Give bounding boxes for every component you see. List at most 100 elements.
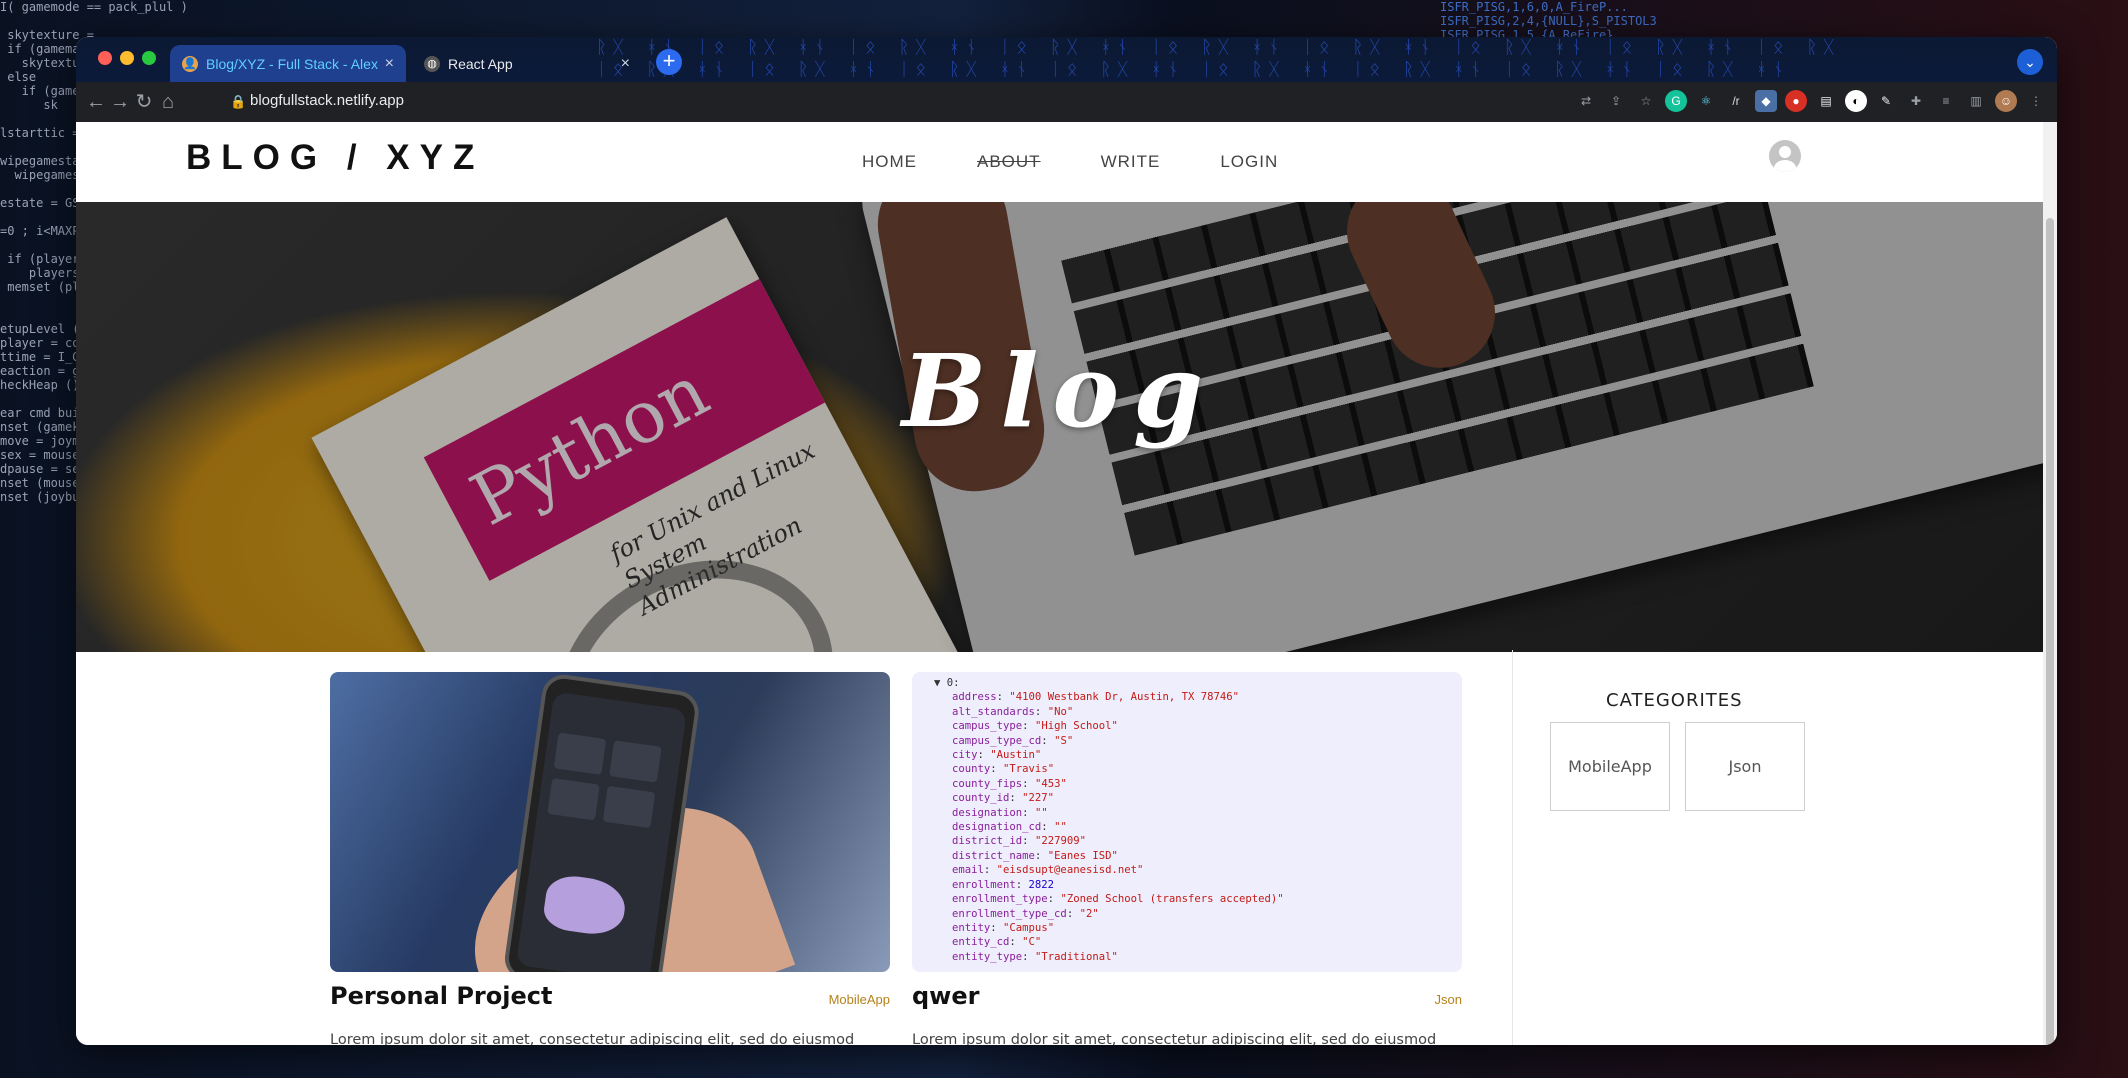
address-bar[interactable]	[222, 88, 1632, 116]
post-date	[912, 1008, 1462, 1018]
tab-react-app[interactable]: ◍ React App ×	[412, 45, 642, 82]
json-value: "S"	[1054, 734, 1074, 747]
grammarly-icon[interactable]: G	[1665, 90, 1687, 112]
tab-close-icon[interactable]: ×	[385, 55, 394, 73]
window-controls	[98, 51, 156, 65]
json-key: email	[952, 864, 984, 877]
circle-extension-icon[interactable]: ◐	[1845, 90, 1867, 112]
json-line: campus_type: "High School"	[952, 720, 1118, 733]
react-devtools-icon[interactable]: ⚛	[1695, 90, 1717, 112]
menu-about[interactable]: ABOUT	[977, 152, 1041, 172]
share-icon[interactable]: ⇪	[1605, 90, 1627, 112]
json-value: "C"	[1022, 936, 1042, 949]
post-card[interactable]: ▼ 0: address: "4100 Westbank Dr, Austin, …	[912, 672, 1462, 1045]
hero-banner: Python for Unix and Linux System Administ…	[76, 202, 2043, 652]
json-key: district_id	[952, 835, 1023, 848]
back-arrow-icon[interactable]: ←	[84, 90, 108, 114]
json-key: enrollment_type	[952, 893, 1048, 906]
post-image[interactable]	[330, 672, 890, 972]
extensions-area: ⇄ ⇪ ☆ G ⚛ /r ◆ ● ▤ ◐ ✎ ✚ ≡ ▥ ☺ ⋮	[1575, 90, 2047, 112]
json-value: "453"	[1034, 777, 1067, 790]
json-key: ▼ 0:	[934, 677, 960, 689]
post-description: Lorem ipsum dolor sit amet, consectetur …	[912, 1032, 1437, 1045]
top-menu: HOME ABOUT WRITE LOGIN	[862, 152, 1338, 172]
json-line: alt_standards: "No"	[952, 705, 1074, 718]
url-text[interactable]: blogfullstack.netlify.app	[250, 92, 404, 109]
adblock-icon[interactable]: ●	[1785, 90, 1807, 112]
post-title[interactable]: qwer	[912, 982, 979, 1010]
browser-toolbar: ← → ↻ ⌂ 🔒 blogfullstack.netlify.app ⇄ ⇪ …	[76, 82, 2057, 122]
post-image-json[interactable]: ▼ 0: address: "4100 Westbank Dr, Austin, …	[912, 672, 1462, 972]
json-value: 2822	[1028, 878, 1055, 891]
web-page: BLOG / XYZ HOME ABOUT WRITE LOGIN Python…	[76, 122, 2043, 1045]
maximize-window-button[interactable]	[142, 51, 156, 65]
tab-title: React App	[448, 55, 513, 72]
json-value: "Traditional"	[1034, 950, 1118, 963]
json-line: enrollment_type_cd: "2"	[952, 907, 1099, 920]
site-logo[interactable]: BLOG / XYZ	[186, 138, 484, 178]
forward-arrow-icon[interactable]: →	[108, 90, 132, 114]
json-key: designation	[952, 806, 1023, 819]
json-key: address	[952, 691, 997, 704]
json-value: "Zoned School (transfers accepted)"	[1060, 893, 1284, 906]
json-key: entity_type	[952, 950, 1023, 963]
category-json[interactable]: Json	[1685, 722, 1805, 811]
globe-icon: ◍	[424, 55, 440, 72]
reading-list-icon[interactable]: ≡	[1935, 90, 1957, 112]
post-card[interactable]: Personal Project MobileApp Lorem ipsum d…	[330, 672, 890, 1045]
json-value: "4100 Westbank Dr, Austin, TX 78746"	[1009, 691, 1240, 704]
tab-close-icon[interactable]: ×	[621, 55, 630, 73]
reload-icon[interactable]: ↻	[132, 90, 156, 114]
hero-title: Blog	[901, 332, 1218, 450]
json-key: enrollment	[952, 878, 1016, 891]
bookmark-star-icon[interactable]: ☆	[1635, 90, 1657, 112]
scrollbar-thumb[interactable]	[2046, 218, 2054, 1045]
json-line: county: "Travis"	[952, 763, 1055, 776]
pen-icon[interactable]: ✎	[1875, 90, 1897, 112]
document-icon[interactable]: ▤	[1815, 90, 1837, 112]
new-tab-button[interactable]: +	[656, 49, 682, 75]
tab-blog[interactable]: 👤 Blog/XYZ - Full Stack - Alex Zi ×	[170, 45, 406, 82]
puzzle-icon[interactable]: ✚	[1905, 90, 1927, 112]
page-scrollbar[interactable]	[2043, 122, 2057, 1045]
json-line: enrollment_type: "Zoned School (transfer…	[952, 893, 1284, 906]
more-menu-icon[interactable]: ⋮	[2025, 90, 2047, 112]
json-key: county_id	[952, 792, 1010, 805]
json-line: district_name: "Eanes ISD"	[952, 849, 1118, 862]
menu-home[interactable]: HOME	[862, 152, 917, 172]
close-window-button[interactable]	[98, 51, 112, 65]
json-line: email: "eisdsupt@eanesisd.net"	[952, 864, 1144, 877]
json-value: "227"	[1022, 792, 1055, 805]
json-value: ""	[1054, 821, 1067, 834]
translate-icon[interactable]: ⇄	[1575, 90, 1597, 112]
json-key: campus_type_cd	[952, 734, 1042, 747]
post-title[interactable]: Personal Project	[330, 982, 552, 1010]
json-value: "Travis"	[1003, 763, 1055, 776]
json-line: county_id: "227"	[952, 792, 1055, 805]
home-icon[interactable]: ⌂	[156, 90, 180, 114]
json-line: county_fips: "453"	[952, 777, 1067, 790]
json-line: designation: ""	[952, 806, 1048, 819]
minimize-window-button[interactable]	[120, 51, 134, 65]
profile-avatar-icon[interactable]: ☺	[1995, 90, 2017, 112]
user-avatar-icon[interactable]	[1769, 140, 1801, 172]
regex-icon[interactable]: /r	[1725, 90, 1747, 112]
sidebar-icon[interactable]: ▥	[1965, 90, 1987, 112]
json-value: "eisdsupt@eanesisd.net"	[996, 864, 1144, 877]
json-key: entity_cd	[952, 936, 1010, 949]
json-value: "No"	[1047, 705, 1074, 718]
post-category[interactable]: Json	[1435, 992, 1462, 1007]
tab-strip: ᚱᚷ ᚼᚾ ᛁᛟ ᚱᚷ ᚼᚾ ᛁᛟ ᚱᚷ ᚼᚾ ᛁᛟ ᚱᚷ ᚼᚾ ᛁᛟ ᚱᚷ ᚼ…	[76, 37, 2057, 82]
menu-write[interactable]: WRITE	[1101, 152, 1161, 172]
json-value: "227909"	[1034, 835, 1086, 848]
shield-icon[interactable]: ◆	[1755, 90, 1777, 112]
post-category[interactable]: MobileApp	[829, 992, 890, 1007]
tab-search-button[interactable]: ⌄	[2017, 49, 2043, 75]
blog-favicon-icon: 👤	[182, 55, 198, 72]
json-value: "Austin"	[990, 749, 1042, 762]
menu-login[interactable]: LOGIN	[1220, 152, 1278, 172]
categories-title: CATEGORITES	[1606, 690, 1743, 711]
json-line: entity_type: "Traditional"	[952, 950, 1118, 963]
json-key: district_name	[952, 849, 1035, 862]
category-mobileapp[interactable]: MobileApp	[1550, 722, 1670, 811]
